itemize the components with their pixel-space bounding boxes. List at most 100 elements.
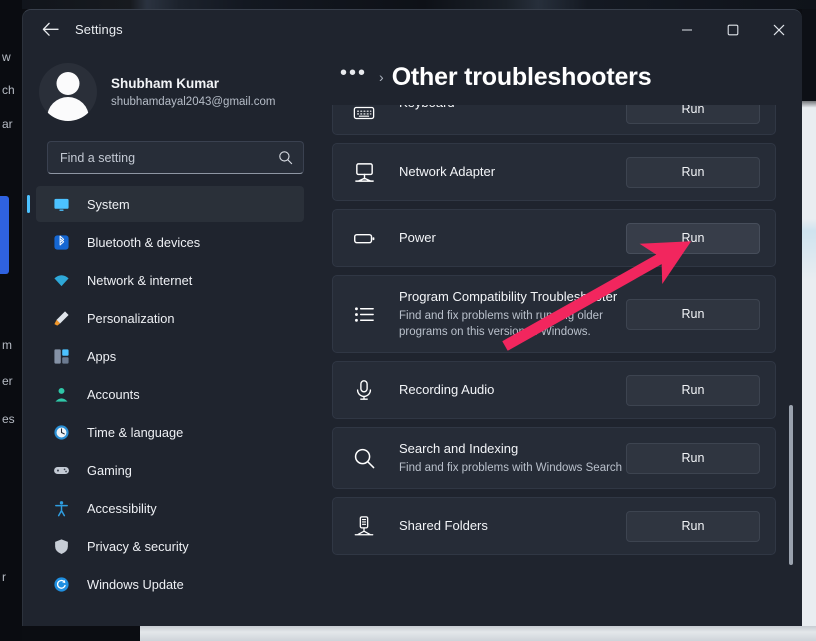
screen: w ch ar m er es r Settings Shubham Kumar… (0, 0, 816, 641)
run-button[interactable]: Run (626, 374, 760, 406)
account-block[interactable]: Shubham Kumar shubhamdayal2043@gmail.com (23, 49, 320, 137)
sidebar-item-gaming[interactable]: Gaming (36, 452, 304, 488)
scrollbar[interactable] (786, 105, 796, 623)
run-button[interactable]: Run (626, 222, 760, 254)
troubleshooter-list: KeyboardRunNetwork AdapterRunPowerRunPro… (320, 105, 802, 626)
run-button[interactable]: Run (626, 442, 760, 474)
troubleshooter-description: Find and fix problems with Windows Searc… (399, 462, 623, 474)
close-button[interactable] (756, 10, 802, 49)
person-icon (51, 384, 71, 404)
maximize-button[interactable] (710, 10, 756, 49)
search-box[interactable] (47, 141, 304, 174)
sidebar-item-bluetooth-devices[interactable]: Bluetooth & devices (36, 224, 304, 260)
sidebar-item-privacy-security[interactable]: Privacy & security (36, 528, 304, 564)
sidebar-item-accounts[interactable]: Accounts (36, 376, 304, 412)
main-pane: ••• › Other troubleshooters KeyboardRunN… (320, 49, 802, 626)
sidebar-item-label: Windows Update (87, 576, 184, 592)
background-window-right[interactable] (802, 9, 816, 626)
sidebar-item-label: Gaming (87, 462, 132, 478)
search-icon (278, 150, 293, 165)
sidebar-item-personalization[interactable]: Personalization (36, 300, 304, 336)
sidebar-item-label: Time & language (87, 424, 184, 440)
sidebar-item-label: Apps (87, 348, 117, 364)
chevron-right-icon: › (379, 69, 384, 85)
sidebar-item-windows-update[interactable]: Windows Update (36, 566, 304, 602)
sidebar-item-time-language[interactable]: Time & language (36, 414, 304, 450)
sidebar-item-label: System (87, 196, 130, 212)
scrollbar-thumb[interactable] (789, 405, 793, 565)
sidebar-item-label: Accounts (87, 386, 140, 402)
troubleshooter-row[interactable]: Shared Folders Run (332, 497, 776, 555)
troubleshooter-title: Keyboard (399, 105, 626, 112)
sidebar-item-apps[interactable]: Apps (36, 338, 304, 374)
wifi-icon (51, 270, 71, 290)
window-controls (664, 10, 802, 49)
background-text-fragment: es (2, 412, 15, 426)
troubleshooter-row[interactable]: Network Adapter Run (332, 143, 776, 201)
background-text-fragment: r (2, 570, 6, 584)
run-button[interactable]: Run (626, 105, 760, 124)
search-input[interactable] (60, 150, 278, 165)
background-text-fragment: m (2, 338, 12, 352)
update-refresh-icon (51, 574, 71, 594)
taskbar-strip[interactable] (140, 626, 816, 641)
search-magnifier-icon (351, 447, 377, 470)
account-name: Shubham Kumar (111, 75, 220, 91)
list-checklist-icon (351, 303, 377, 326)
troubleshooter-text: Search and Indexing Find and fix problems… (399, 428, 626, 488)
title-bar[interactable]: Settings (23, 10, 802, 49)
run-button[interactable]: Run (626, 156, 760, 188)
troubleshooter-title: Program Compatibility Troubleshooter (399, 289, 618, 304)
background-window-right-dark (802, 9, 816, 101)
troubleshooter-text: Network Adapter (399, 151, 626, 193)
sidebar-item-label: Personalization (87, 310, 175, 326)
troubleshooter-row[interactable]: Program Compatibility Troubleshooter Find… (332, 275, 776, 353)
network-adapter-icon (351, 161, 377, 184)
paintbrush-icon (51, 308, 71, 328)
user-avatar-icon (39, 63, 97, 121)
troubleshooter-text: Program Compatibility Troubleshooter Find… (399, 276, 626, 352)
background-window-accent (0, 196, 9, 274)
troubleshooter-title: Shared Folders (399, 518, 488, 533)
sidebar-item-label: Accessibility (87, 500, 157, 516)
back-button[interactable] (33, 15, 67, 45)
troubleshooter-description: Find and fix problems with running older… (399, 310, 603, 338)
keyboard-icon (351, 105, 377, 124)
troubleshooter-title: Power (399, 230, 436, 245)
sidebar-nav: System Bluetooth & devices Network & inter… (23, 186, 320, 602)
background-window-left[interactable]: w ch ar m er es r (0, 0, 22, 641)
troubleshooter-row[interactable]: Recording Audio Run (332, 361, 776, 419)
sidebar-item-accessibility[interactable]: Accessibility (36, 490, 304, 526)
battery-power-icon (351, 227, 377, 250)
sidebar: Shubham Kumar shubhamdayal2043@gmail.com… (23, 49, 320, 626)
run-button[interactable]: Run (626, 298, 760, 330)
shared-folders-icon (351, 515, 377, 537)
troubleshooter-title: Network Adapter (399, 164, 496, 179)
background-text-fragment: w (2, 50, 11, 64)
troubleshooter-text: Recording Audio (399, 369, 626, 411)
minimize-button[interactable] (664, 10, 710, 49)
breadcrumb-overflow-button[interactable]: ••• (332, 63, 375, 83)
clock-icon (51, 422, 71, 442)
apps-grid-icon (51, 346, 71, 366)
background-text-fragment: ch (2, 83, 15, 97)
sidebar-item-label: Privacy & security (87, 538, 189, 554)
bluetooth-icon (51, 232, 71, 252)
sidebar-item-system[interactable]: System (27, 186, 304, 222)
troubleshooter-row[interactable]: Power Run (332, 209, 776, 267)
account-email: shubhamdayal2043@gmail.com (111, 95, 276, 108)
settings-window: Settings Shubham Kumar shubhamdayal2043@… (22, 9, 802, 626)
run-button[interactable]: Run (626, 510, 760, 542)
accessibility-person-icon (51, 498, 71, 518)
troubleshooter-title: Search and Indexing (399, 441, 519, 456)
microphone-icon (351, 379, 377, 401)
troubleshooter-row[interactable]: KeyboardRun (332, 105, 776, 135)
sidebar-item-label: Network & internet (87, 272, 193, 288)
shield-icon (51, 536, 71, 556)
back-arrow-icon (42, 22, 59, 37)
background-text-fragment: er (2, 374, 13, 388)
troubleshooter-row[interactable]: Search and Indexing Find and fix problems… (332, 427, 776, 489)
display-monitor-icon (51, 194, 71, 214)
breadcrumb: ••• › Other troubleshooters (320, 49, 802, 105)
sidebar-item-network-internet[interactable]: Network & internet (36, 262, 304, 298)
